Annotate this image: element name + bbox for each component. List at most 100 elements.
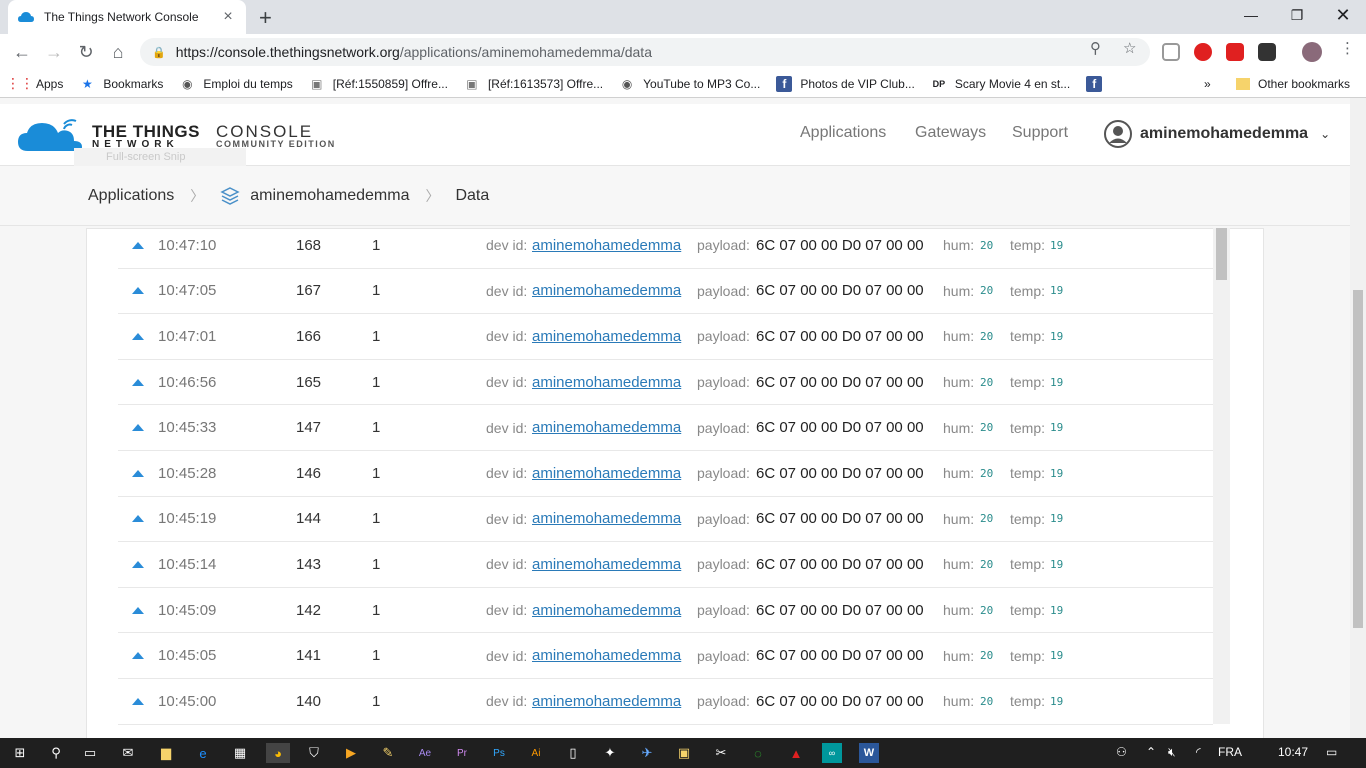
table-row[interactable]: 10:45:19 144 1 dev id: aminemohamedemma paylo…: [118, 497, 1213, 543]
word-icon[interactable]: W: [859, 743, 879, 763]
close-tab-icon[interactable]: ×: [220, 8, 236, 26]
notifications-icon[interactable]: ▭: [1326, 745, 1337, 759]
table-row[interactable]: 10:45:33 147 1 dev id: aminemohamedemma paylo…: [118, 405, 1213, 451]
chrome-icon[interactable]: ◕: [266, 743, 290, 763]
menu-kebab-icon[interactable]: ⋮: [1340, 39, 1355, 57]
search-icon[interactable]: ⚲: [46, 743, 66, 763]
edge-icon[interactable]: e: [193, 743, 213, 763]
chevron-up-icon[interactable]: ⌃: [1146, 745, 1156, 759]
clock[interactable]: 10:47: [1278, 745, 1308, 759]
restore-icon[interactable]: ❐: [1274, 0, 1320, 30]
app-icon[interactable]: ✈: [637, 743, 657, 763]
table-row[interactable]: 10:45:05 141 1 dev id: aminemohamedemma paylo…: [118, 633, 1213, 679]
reload-icon[interactable]: ↻: [74, 40, 98, 64]
sticky-notes-icon[interactable]: ✎: [378, 743, 398, 763]
calculator-icon[interactable]: ▦: [230, 743, 250, 763]
table-row[interactable]: 10:45:00 140 1 dev id: aminemohamedemma paylo…: [118, 679, 1213, 725]
table-row[interactable]: 10:46:56 165 1 dev id: aminemohamedemma paylo…: [118, 360, 1213, 406]
after-effects-icon[interactable]: Ae: [415, 743, 435, 763]
minimize-icon[interactable]: —: [1228, 0, 1274, 30]
page-scrollbar[interactable]: [1350, 98, 1366, 738]
uplink-arrow-icon: [132, 469, 144, 477]
table-row[interactable]: 10:47:10 168 1 dev id: aminemohamedemma paylo…: [118, 223, 1213, 269]
dev-id-link[interactable]: aminemohamedemma: [532, 237, 681, 254]
temp-label: temp:: [1010, 237, 1046, 254]
forward-icon[interactable]: →: [42, 40, 66, 64]
other-bookmarks[interactable]: Other bookmarks: [1236, 70, 1350, 98]
dev-id-link[interactable]: aminemohamedemma: [532, 510, 681, 527]
bookmark-star-icon[interactable]: ☆: [1123, 39, 1136, 57]
extension-icon[interactable]: [1162, 43, 1180, 61]
bookmark-bookmarks[interactable]: ★ Bookmarks: [79, 76, 163, 92]
bookmark-vip-club[interactable]: f Photos de VIP Club...: [776, 75, 915, 92]
dev-id-link[interactable]: aminemohamedemma: [532, 693, 681, 710]
people-icon[interactable]: ⚇: [1116, 745, 1127, 759]
nav-gateways[interactable]: Gateways: [915, 124, 986, 142]
dev-id-link[interactable]: aminemohamedemma: [532, 419, 681, 436]
dev-id-link[interactable]: aminemohamedemma: [532, 328, 681, 345]
back-icon[interactable]: ←: [10, 40, 34, 64]
app-icon[interactable]: ▣: [674, 743, 694, 763]
bookmark-youtube-mp3[interactable]: ◉ YouTube to MP3 Co...: [619, 76, 760, 92]
incognito-extension-icon[interactable]: [1258, 43, 1276, 61]
table-row[interactable]: 10:45:14 143 1 dev id: aminemohamedemma paylo…: [118, 542, 1213, 588]
app-icon[interactable]: ✂: [711, 743, 731, 763]
volume-muted-icon[interactable]: 🔇︎: [1168, 745, 1176, 760]
payload-value: 6C 07 00 00 D0 07 00 00: [756, 464, 924, 482]
store-icon[interactable]: ⛉: [304, 743, 324, 763]
arduino-icon[interactable]: ∞: [822, 743, 842, 763]
nav-applications[interactable]: Applications: [800, 124, 886, 142]
bookmark-offre-1[interactable]: ▣ [Réf:1550859] Offre...: [309, 76, 448, 92]
bookmark-emploi[interactable]: ◉ Emploi du temps: [179, 76, 293, 92]
task-view-icon[interactable]: ▭: [80, 743, 100, 763]
document-icon[interactable]: ▯: [563, 743, 583, 763]
dev-id-link[interactable]: aminemohamedemma: [532, 602, 681, 619]
breadcrumb-applications[interactable]: Applications: [88, 187, 174, 205]
browser-tab[interactable]: The Things Network Console ×: [8, 0, 246, 34]
dev-id-link[interactable]: aminemohamedemma: [532, 374, 681, 391]
media-player-icon[interactable]: ▶: [341, 743, 361, 763]
hum-value: 20: [980, 649, 994, 663]
video-extension-icon[interactable]: [1226, 43, 1244, 61]
table-row[interactable]: 10:45:28 146 1 dev id: aminemohamedemma paylo…: [118, 451, 1213, 497]
more-bookmarks-icon[interactable]: »: [1204, 70, 1211, 98]
photoshop-icon[interactable]: Ps: [489, 743, 509, 763]
premiere-icon[interactable]: Pr: [452, 743, 472, 763]
nav-support[interactable]: Support: [1012, 124, 1068, 142]
page-scrollbar-thumb[interactable]: [1353, 290, 1363, 628]
wifi-icon[interactable]: ◜: [1196, 745, 1201, 759]
mail-icon[interactable]: ✉: [118, 743, 138, 763]
user-menu[interactable]: aminemohamedemma ⌄: [1104, 120, 1330, 148]
dev-id-link[interactable]: aminemohamedemma: [532, 556, 681, 573]
bookmark-facebook[interactable]: f: [1086, 75, 1110, 92]
row-port: 1: [372, 647, 381, 665]
close-window-icon[interactable]: ✕: [1320, 0, 1366, 30]
address-bar[interactable]: 🔒 https://console.thethingsnetwork.org/a…: [140, 38, 1150, 66]
app-icon[interactable]: ◌: [748, 743, 768, 763]
table-scrollbar[interactable]: [1213, 228, 1230, 724]
bookmark-offre-2[interactable]: ▣ [Réf:1613573] Offre...: [464, 76, 603, 92]
illustrator-icon[interactable]: Ai: [526, 743, 546, 763]
new-tab-icon[interactable]: +: [259, 5, 272, 31]
home-icon[interactable]: ⌂: [106, 40, 130, 64]
row-time: 10:45:09: [158, 601, 217, 619]
opera-extension-icon[interactable]: [1194, 43, 1212, 61]
bookmark-apps[interactable]: ⋮⋮ Apps: [6, 75, 63, 92]
bookmark-scary-movie[interactable]: DP Scary Movie 4 en st...: [931, 76, 1071, 92]
dev-id-link[interactable]: aminemohamedemma: [532, 647, 681, 664]
acrobat-icon[interactable]: ▲: [786, 743, 806, 763]
language-indicator[interactable]: FRA: [1218, 745, 1242, 759]
zoom-icon[interactable]: ⚲: [1090, 39, 1101, 57]
dev-id-link[interactable]: aminemohamedemma: [532, 282, 681, 299]
app-icon[interactable]: ✦: [600, 743, 620, 763]
dev-id-link[interactable]: aminemohamedemma: [532, 465, 681, 482]
windows-start-icon[interactable]: ⊞: [10, 743, 30, 763]
table-scrollbar-thumb[interactable]: [1216, 228, 1227, 280]
table-row[interactable]: 10:45:09 142 1 dev id: aminemohamedemma paylo…: [118, 588, 1213, 634]
table-row[interactable]: 10:47:01 166 1 dev id: aminemohamedemma paylo…: [118, 314, 1213, 360]
breadcrumb-app[interactable]: aminemohamedemma: [250, 187, 409, 205]
profile-avatar[interactable]: [1302, 42, 1322, 62]
table-row[interactable]: 10:47:05 167 1 dev id: aminemohamedemma paylo…: [118, 269, 1213, 315]
payload-label: payload:: [697, 374, 750, 391]
file-explorer-icon[interactable]: ▆: [156, 743, 176, 763]
